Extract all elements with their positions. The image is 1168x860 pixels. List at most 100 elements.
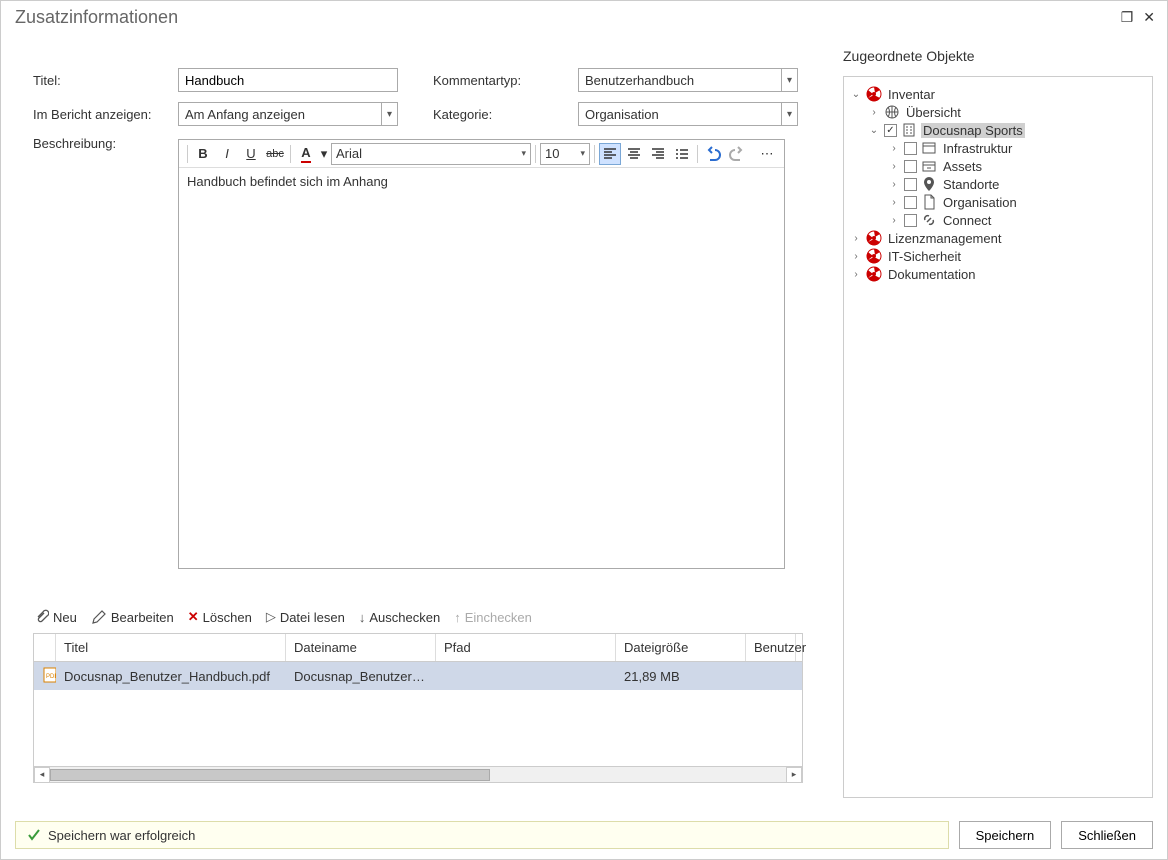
x-icon: ✕ xyxy=(188,609,199,625)
col-icon[interactable] xyxy=(34,634,56,661)
chevron-down-icon[interactable]: ▾ xyxy=(781,103,797,125)
editor-textarea[interactable]: Handbuch befindet sich im Anhang xyxy=(179,168,784,568)
close-button[interactable]: Schließen xyxy=(1061,821,1153,849)
redo-button[interactable] xyxy=(726,143,748,165)
tree-node-inventar[interactable]: ⌄ Inventar xyxy=(848,85,1148,103)
chevron-right-icon[interactable]: › xyxy=(850,269,862,280)
strike-button[interactable]: abc xyxy=(264,143,286,165)
bold-button[interactable]: B xyxy=(192,143,214,165)
horizontal-scrollbar[interactable]: ◂ ▸ xyxy=(34,766,802,782)
undo-button[interactable] xyxy=(702,143,724,165)
checkbox[interactable] xyxy=(904,142,917,155)
fontsize-select[interactable]: 10 ▾ xyxy=(540,143,590,165)
titel-label: Titel: xyxy=(33,73,178,88)
chevron-down-icon[interactable]: ▾ xyxy=(580,148,585,159)
checkin-button: ↑ Einchecken xyxy=(454,610,532,625)
chevron-right-icon[interactable]: › xyxy=(888,143,900,154)
scroll-left-icon[interactable]: ◂ xyxy=(34,767,50,783)
archive-icon xyxy=(921,158,937,174)
checkbox[interactable] xyxy=(904,178,917,191)
chevron-down-icon[interactable]: ⌄ xyxy=(868,125,880,136)
table-row[interactable]: PDF Docusnap_Benutzer_Handbuch.pdf Docus… xyxy=(34,662,802,690)
window-icon xyxy=(921,140,937,156)
edit-button[interactable]: Bearbeiten xyxy=(91,609,174,625)
pdf-icon: PDF xyxy=(34,667,56,686)
scroll-right-icon[interactable]: ▸ xyxy=(786,767,802,783)
chevron-down-icon[interactable]: ⌄ xyxy=(850,89,862,100)
paperclip-icon xyxy=(33,609,49,625)
status-bar: Speichern war erfolgreich xyxy=(15,821,949,849)
chevron-right-icon[interactable]: › xyxy=(888,215,900,226)
chevron-right-icon[interactable]: › xyxy=(888,179,900,190)
upload-icon: ↑ xyxy=(454,610,461,625)
building-icon xyxy=(901,122,917,138)
col-pfad[interactable]: Pfad xyxy=(436,634,616,661)
chevron-down-icon[interactable]: ▾ xyxy=(781,69,797,91)
italic-button[interactable]: I xyxy=(216,143,238,165)
checkbox[interactable]: ✓ xyxy=(884,124,897,137)
chevron-down-icon[interactable]: ▾ xyxy=(521,148,526,159)
hazard-icon xyxy=(866,86,882,102)
align-left-button[interactable] xyxy=(599,143,621,165)
bullet-list-button[interactable] xyxy=(671,143,693,165)
pencil-icon xyxy=(91,609,107,625)
kategorie-label: Kategorie: xyxy=(433,107,578,122)
fontcolor-button[interactable]: A xyxy=(295,143,317,165)
tree-node-standorte[interactable]: › Standorte xyxy=(848,175,1148,193)
bericht-label: Im Bericht anzeigen: xyxy=(33,107,178,122)
kommentartyp-select[interactable]: Benutzerhandbuch ▾ xyxy=(578,68,798,92)
bericht-select[interactable]: Am Anfang anzeigen ▾ xyxy=(178,102,398,126)
chevron-down-icon[interactable]: ▾ xyxy=(381,103,397,125)
objects-tree: ⌄ Inventar › Übersicht ⌄ ✓ Docusnap Spor… xyxy=(843,76,1153,798)
location-icon xyxy=(921,176,937,192)
play-icon: ▷ xyxy=(266,609,276,625)
hazard-icon xyxy=(866,248,882,264)
check-icon xyxy=(26,827,42,843)
new-button[interactable]: Neu xyxy=(33,609,77,625)
checkout-button[interactable]: ↓ Auschecken xyxy=(359,610,440,625)
globe-icon xyxy=(884,104,900,120)
checkbox[interactable] xyxy=(904,214,917,227)
maximize-icon[interactable]: ❐ xyxy=(1121,9,1134,26)
tree-node-connect[interactable]: › Connect xyxy=(848,211,1148,229)
window-title: Zusatzinformationen xyxy=(15,7,178,28)
checkbox[interactable] xyxy=(904,160,917,173)
fontcolor-dropdown[interactable]: ▾ xyxy=(319,143,329,165)
titel-input[interactable] xyxy=(178,68,398,92)
col-dateigroesse[interactable]: Dateigröße xyxy=(616,634,746,661)
tree-node-uebersicht[interactable]: › Übersicht xyxy=(848,103,1148,121)
chevron-right-icon[interactable]: › xyxy=(868,107,880,118)
tree-node-assets[interactable]: › Assets xyxy=(848,157,1148,175)
tree-node-infrastruktur[interactable]: › Infrastruktur xyxy=(848,139,1148,157)
link-icon xyxy=(921,212,937,228)
chevron-right-icon[interactable]: › xyxy=(850,251,862,262)
chevron-right-icon[interactable]: › xyxy=(888,197,900,208)
read-file-button[interactable]: ▷ Datei lesen xyxy=(266,609,345,625)
tree-node-docusnap-sports[interactable]: ⌄ ✓ Docusnap Sports xyxy=(848,121,1148,139)
editor-toolbar: B I U abc A ▾ Arial ▾ xyxy=(179,140,784,168)
chevron-right-icon[interactable]: › xyxy=(850,233,862,244)
checkbox[interactable] xyxy=(904,196,917,209)
svg-text:PDF: PDF xyxy=(46,674,56,680)
kategorie-select[interactable]: Organisation ▾ xyxy=(578,102,798,126)
kommentartyp-label: Kommentartyp: xyxy=(433,73,578,88)
tree-node-lizenz[interactable]: › Lizenzmanagement xyxy=(848,229,1148,247)
more-button[interactable]: ⋯ xyxy=(756,143,778,165)
assigned-objects-title: Zugeordnete Objekte xyxy=(843,38,1153,64)
col-benutzer[interactable]: Benutzer xyxy=(746,634,796,661)
col-dateiname[interactable]: Dateiname xyxy=(286,634,436,661)
tree-node-sicherheit[interactable]: › IT-Sicherheit xyxy=(848,247,1148,265)
tree-node-organisation[interactable]: › Organisation xyxy=(848,193,1148,211)
close-icon[interactable]: ✕ xyxy=(1143,9,1155,26)
tree-node-doku[interactable]: › Dokumentation xyxy=(848,265,1148,283)
underline-button[interactable]: U xyxy=(240,143,262,165)
align-center-button[interactable] xyxy=(623,143,645,165)
fontfamily-select[interactable]: Arial ▾ xyxy=(331,143,531,165)
chevron-right-icon[interactable]: › xyxy=(888,161,900,172)
align-right-button[interactable] xyxy=(647,143,669,165)
download-icon: ↓ xyxy=(359,610,366,625)
save-button[interactable]: Speichern xyxy=(959,821,1052,849)
col-titel[interactable]: Titel xyxy=(56,634,286,661)
scroll-thumb[interactable] xyxy=(50,769,490,781)
delete-button[interactable]: ✕ Löschen xyxy=(188,609,252,625)
